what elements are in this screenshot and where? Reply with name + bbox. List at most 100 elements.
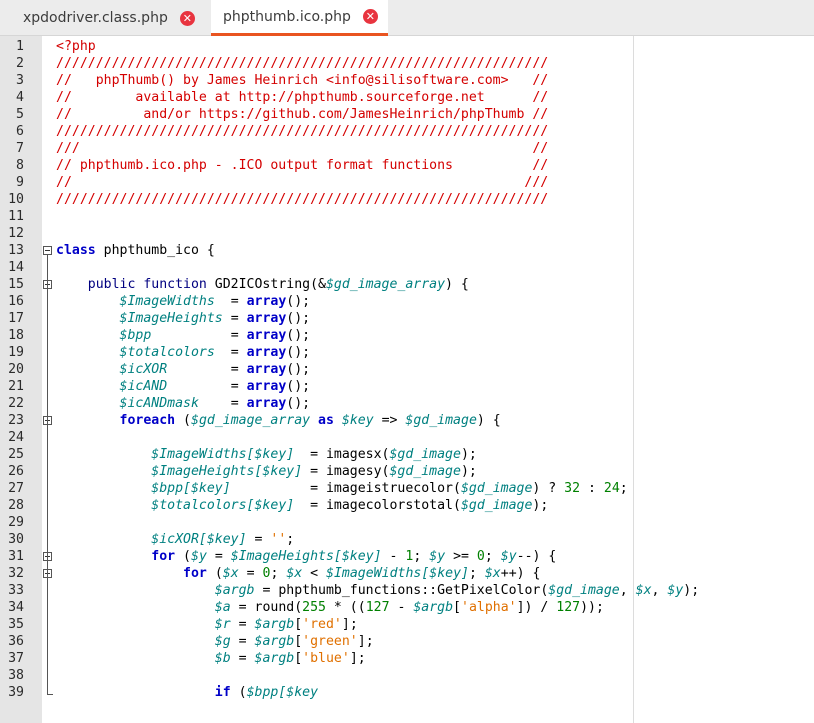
code-line[interactable]: 30 $icXOR[$key] = ''; (0, 531, 814, 548)
code-token: - (389, 599, 414, 615)
line-number: 20 (8, 361, 24, 377)
line-number: 28 (8, 497, 24, 513)
code-token: $argb (254, 650, 295, 666)
code-line[interactable]: 8 // phpthumb.ico.php - .ICO output forma… (0, 157, 814, 174)
tab-label: xpdodriver.class.php (23, 10, 168, 26)
code-token: 127 (365, 599, 390, 615)
code-token: $totalcolors (119, 344, 215, 360)
code-token: [ (294, 616, 303, 632)
code-line[interactable]: 20 $icXOR = array(); (0, 361, 814, 378)
code-line[interactable]: 27 $bpp[$key] = imageistruecolor($gd_ima… (0, 480, 814, 497)
code-line[interactable]: 32 for ($x = 0; $x < $ImageWidths[$key];… (0, 565, 814, 582)
code-line[interactable]: 3 // phpThumb() by James Heinrich <info@s… (0, 72, 814, 89)
code-line[interactable]: 37 $b = $argb['blue']; (0, 650, 814, 667)
code-line[interactable]: 35 $r = $argb['red']; (0, 616, 814, 633)
code-line[interactable]: 33 $argb = phpthumb_functions::GetPixelC… (0, 582, 814, 599)
code-token: [ (294, 650, 303, 666)
code-token: for (183, 565, 207, 581)
code-token: array (246, 378, 287, 394)
code-line[interactable]: 16 $ImageWidths = array(); (0, 293, 814, 310)
code-token: foreach (119, 412, 176, 428)
code-line[interactable]: 34 $a = round(255 * ((127 - $argb['alpha… (0, 599, 814, 616)
close-icon[interactable]: ✕ (362, 9, 378, 24)
code-token: - (381, 548, 406, 564)
code-line[interactable]: 2 ///////////////////////////////////////… (0, 55, 814, 72)
code-text: for ($x = 0; $x < $ImageWidths[$key]; $x… (56, 565, 540, 582)
code-token: 'alpha' (461, 599, 517, 615)
code-token: ) { (476, 412, 501, 428)
tab-xpdodriver[interactable]: xpdodriver.class.php ✕ (10, 0, 200, 36)
code-line[interactable]: 19 $totalcolors = array(); (0, 344, 814, 361)
code-line[interactable]: 38 (0, 667, 814, 684)
code-token: $x (222, 565, 239, 581)
code-line[interactable]: 6 ///////////////////////////////////////… (0, 123, 814, 140)
code-token: (); (286, 361, 311, 377)
code-token: ; (270, 565, 287, 581)
code-token: $gd_image (389, 463, 461, 479)
code-token: for (151, 548, 176, 564)
code-line[interactable]: 7 /// // (0, 140, 814, 157)
code-line[interactable]: 29 (0, 514, 814, 531)
line-number: 39 (8, 684, 24, 700)
code-line[interactable]: 22 $icANDmask = array(); (0, 395, 814, 412)
code-token: ++) { (500, 565, 541, 581)
code-text: // phpThumb() by James Heinrich <info@si… (56, 72, 548, 89)
code-line[interactable]: 24 (0, 429, 814, 446)
code-line[interactable]: 11 (0, 208, 814, 225)
line-number: 36 (8, 633, 24, 649)
code-line[interactable]: 9 // /// (0, 174, 814, 191)
line-number: 26 (8, 463, 24, 479)
code-line[interactable]: 31 for ($y = $ImageHeights[$key] - 1; $y… (0, 548, 814, 565)
code-token: $gd_image_array (325, 276, 446, 292)
code-line[interactable]: 14 (0, 259, 814, 276)
code-token: ; (413, 548, 430, 564)
code-token: (); (286, 344, 311, 360)
code-token: $icAND (119, 378, 168, 394)
code-line[interactable]: 21 $icAND = array(); (0, 378, 814, 395)
code-line[interactable]: 25 $ImageWidths[$key] = imagesx($gd_imag… (0, 446, 814, 463)
code-line[interactable]: 1 <?php (0, 38, 814, 55)
code-line[interactable]: 4 // available at http://phpthumb.sourcef… (0, 89, 814, 106)
code-token: $argb (254, 616, 295, 632)
code-line[interactable]: 36 $g = $argb['green']; (0, 633, 814, 650)
code-text: $ImageHeights[$key] = imagesy($gd_image)… (56, 463, 477, 480)
line-number: 21 (8, 378, 24, 394)
code-token: ) { (445, 276, 469, 292)
code-token: = (230, 650, 255, 666)
code-token: $bpp (119, 327, 152, 343)
code-line[interactable]: 12 (0, 225, 814, 242)
code-token: --) { (516, 548, 557, 564)
code-line[interactable]: 10 //////////////////////////////////////… (0, 191, 814, 208)
code-line[interactable]: 15 public function GD2ICOstring(&$gd_ima… (0, 276, 814, 293)
close-icon[interactable]: ✕ (179, 10, 195, 26)
code-token: 32 (564, 480, 581, 496)
code-token: $y (500, 548, 517, 564)
code-token: ; (286, 531, 295, 547)
code-text: ////////////////////////////////////////… (56, 55, 548, 72)
code-token: $x (484, 565, 501, 581)
code-text: $icAND = array(); (56, 378, 311, 395)
code-token: 24 (603, 480, 620, 496)
code-line[interactable]: 17 $ImageHeights = array(); (0, 310, 814, 327)
code-token: ; (468, 565, 485, 581)
code-line[interactable]: 13 class phpthumb_ico { (0, 242, 814, 259)
code-line[interactable]: 18 $bpp = array(); (0, 327, 814, 344)
fold-toggle-icon[interactable] (43, 245, 52, 255)
code-text: $g = $argb['green']; (56, 633, 374, 650)
code-token: array (246, 344, 287, 360)
code-line[interactable]: 23 foreach ($gd_image_array as $key => $… (0, 412, 814, 429)
code-line[interactable]: 5 // and/or https://github.com/JamesHeinr… (0, 106, 814, 123)
line-number: 24 (8, 429, 24, 445)
tab-phpthumb-ico[interactable]: phpthumb.ico.php ✕ (211, 0, 388, 36)
code-token: ); (532, 497, 549, 513)
code-line[interactable]: 39 if ($bpp[$key (0, 684, 814, 701)
code-token: ) ? (532, 480, 565, 496)
code-token: = (246, 531, 271, 547)
code-line[interactable]: 26 $ImageHeights[$key] = imagesy($gd_ima… (0, 463, 814, 480)
code-line[interactable]: 28 $totalcolors[$key] = imagecolorstotal… (0, 497, 814, 514)
